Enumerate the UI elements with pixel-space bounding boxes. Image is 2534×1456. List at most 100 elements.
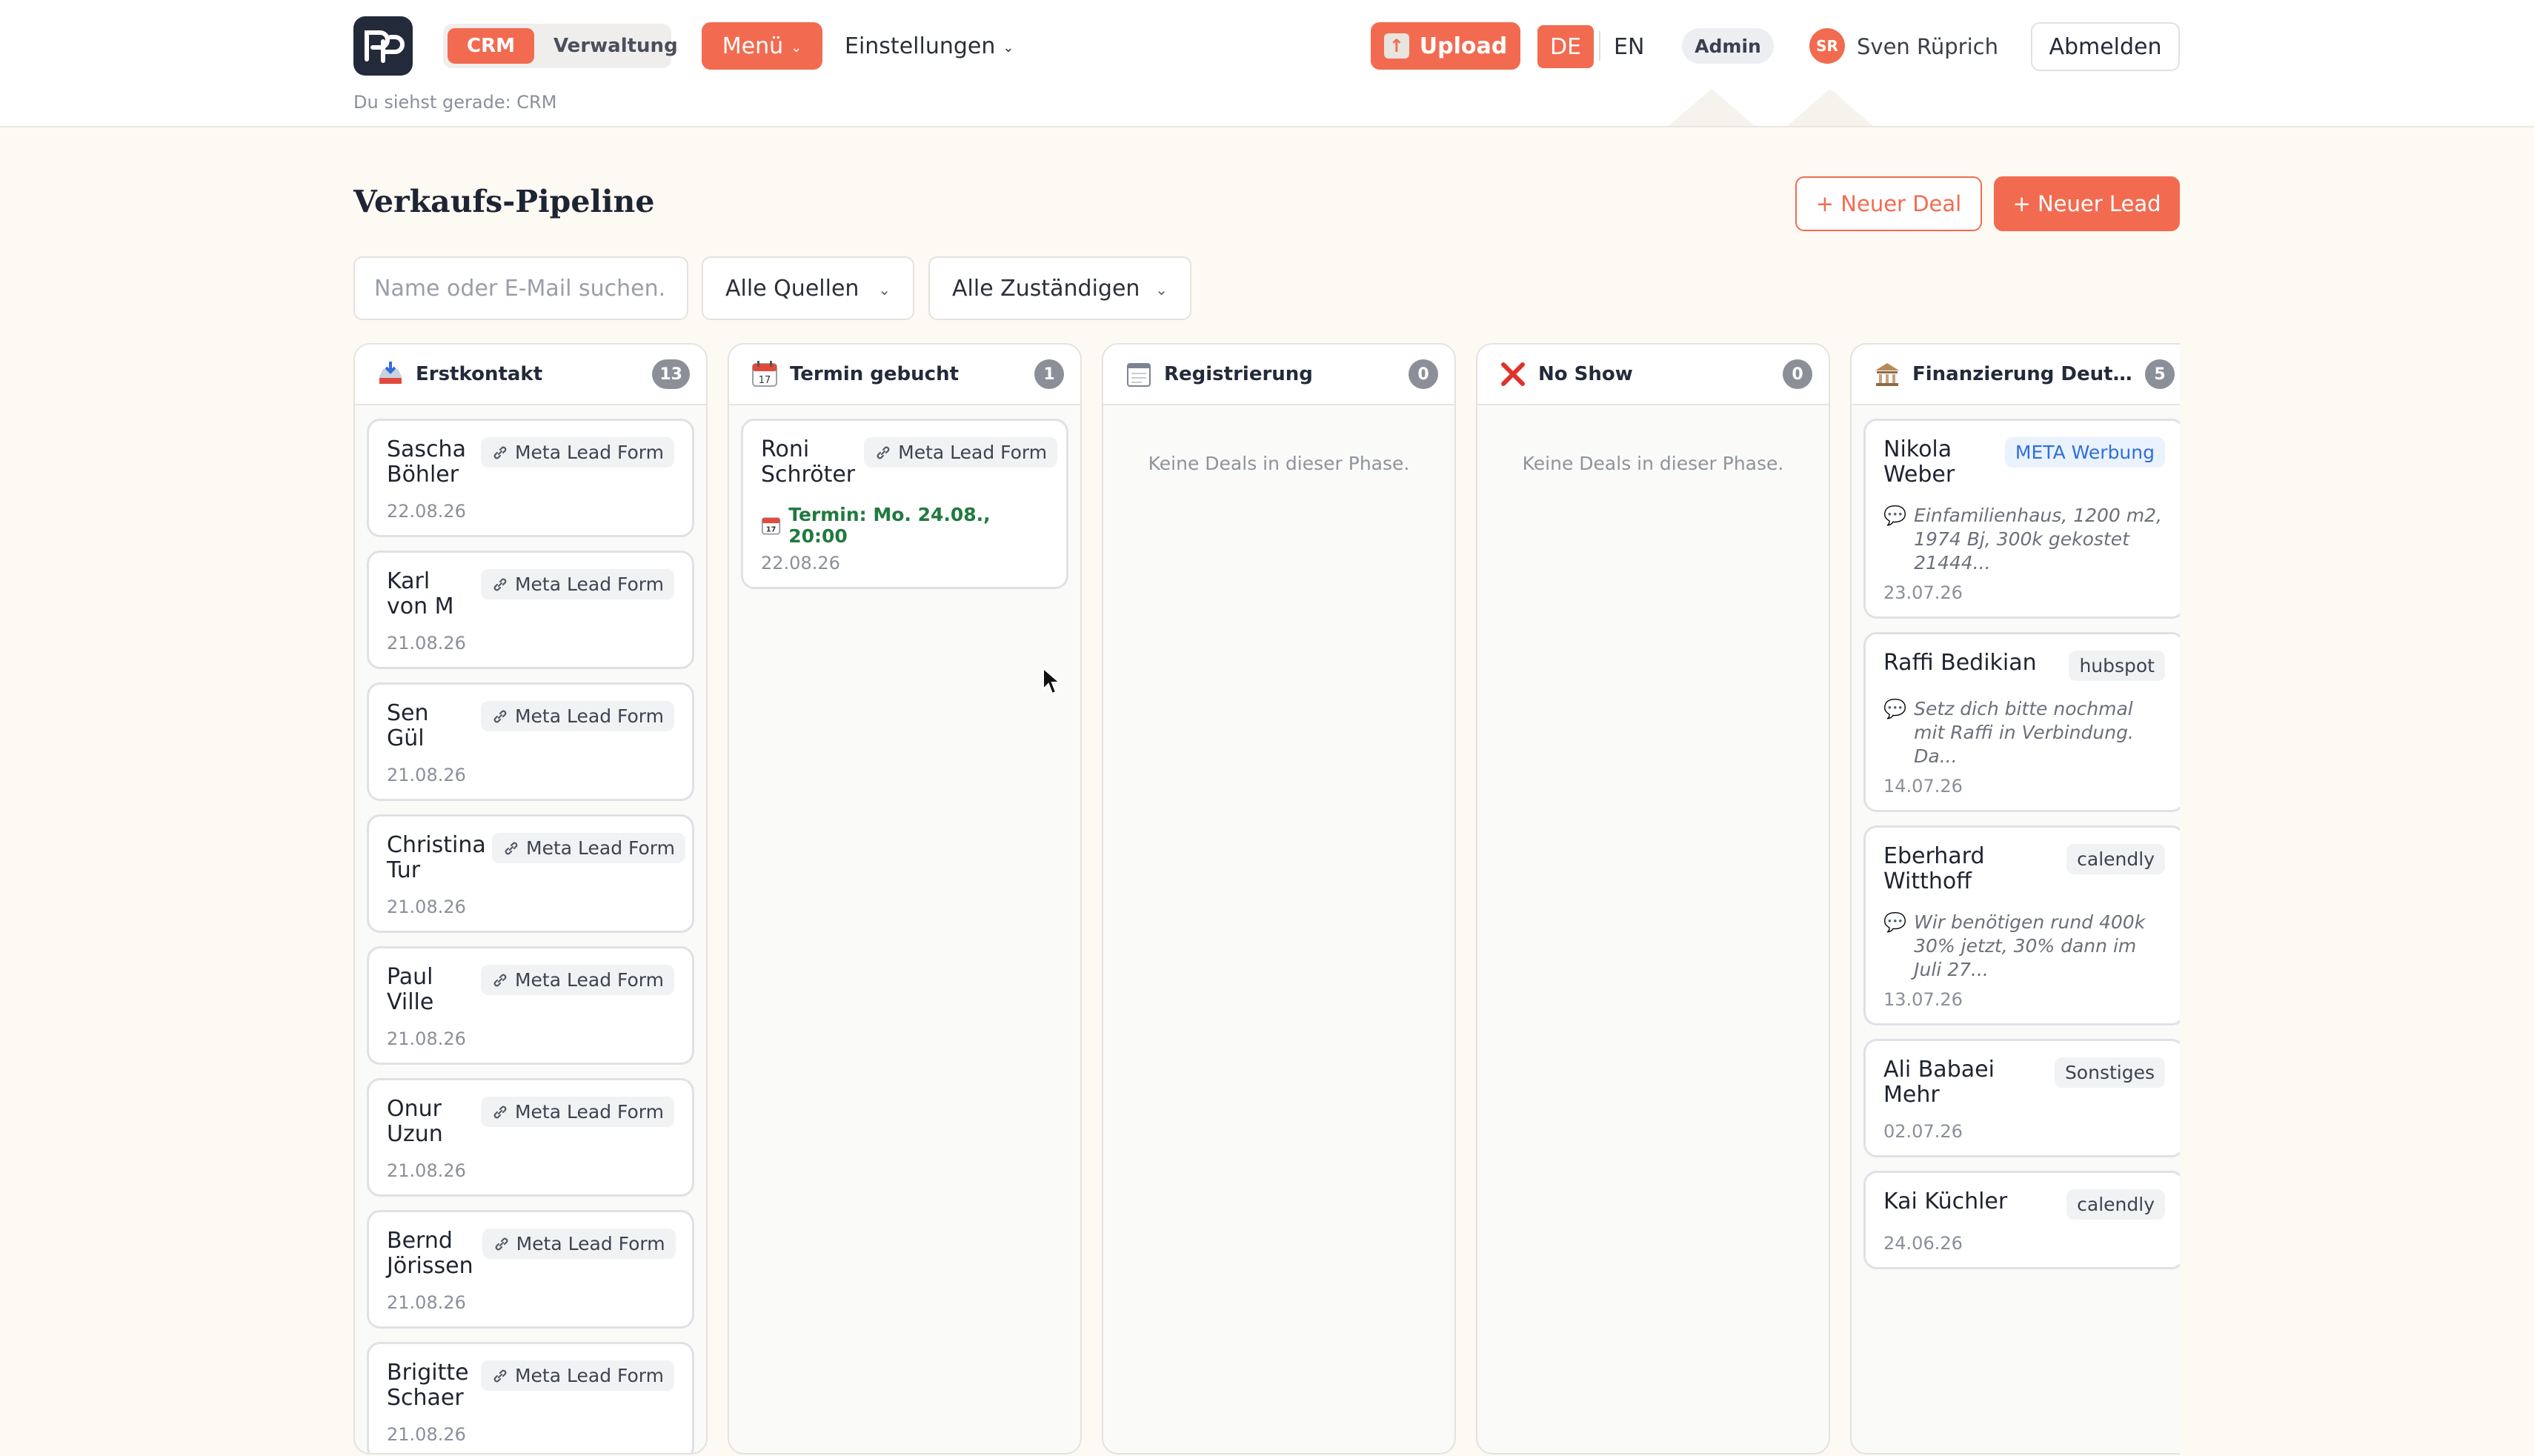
- language-divider: [1599, 31, 1600, 61]
- segment-verwaltung[interactable]: Verwaltung: [534, 28, 697, 64]
- role-badge: Admin: [1682, 28, 1774, 64]
- column-title: Erstkontakt: [416, 363, 543, 385]
- source-tag-label: Meta Lead Form: [526, 837, 676, 859]
- deal-date: 21.08.26: [387, 765, 466, 785]
- source-tag: Meta Lead Form: [480, 965, 674, 995]
- link-icon: [493, 974, 507, 986]
- link-icon: [493, 578, 507, 591]
- deal-card[interactable]: Brigitte Schaer Meta Lead Form 21.08.26: [367, 1342, 694, 1453]
- source-tag: META Werbung: [2004, 437, 2165, 468]
- column-no-show: No Show 0 Keine Deals in dieser Phase.: [1476, 343, 1830, 1455]
- column-title: Registrierung: [1164, 363, 1313, 385]
- source-tag: Meta Lead Form: [482, 1229, 676, 1259]
- deal-name: Ali Babaei Mehr: [1883, 1057, 1995, 1108]
- top-bar: CRM Verwaltung Menü ⌄ Einstellungen ⌄ ↑ …: [0, 0, 2534, 127]
- deal-date: 13.07.26: [1883, 989, 1963, 1010]
- deal-note: 💬 Setz dich bitte nochmal mit Raffi in V…: [1883, 697, 2165, 768]
- column-termin-gebucht: 17 Termin gebucht 1 Roni Schröter Meta L…: [728, 343, 1082, 1455]
- deal-name: Sen Gül: [387, 700, 429, 751]
- language-de-button[interactable]: DE: [1537, 25, 1594, 68]
- source-tag-label: Meta Lead Form: [898, 442, 1048, 463]
- deal-date: 21.08.26: [387, 897, 466, 917]
- upload-button[interactable]: ↑ Upload: [1371, 22, 1520, 70]
- column-title: Termin gebucht: [790, 363, 960, 385]
- deal-date: 21.08.26: [387, 1028, 466, 1049]
- link-icon: [505, 842, 518, 854]
- empty-state-text: Keine Deals in dieser Phase.: [1522, 453, 1784, 474]
- deal-name: Onur Uzun: [387, 1096, 443, 1147]
- deal-note-text: Einfamilienhaus, 1200 m2, 1974 Bj, 300k …: [1914, 505, 2162, 574]
- deal-date: 21.08.26: [387, 1292, 466, 1313]
- column-erstkontakt: Erstkontakt 13 Sascha Böhler Meta Lead F…: [353, 343, 708, 1455]
- new-lead-button[interactable]: + Neuer Lead: [1994, 176, 2180, 231]
- source-filter-select[interactable]: Alle Quellen ⌄: [702, 256, 914, 320]
- deal-card[interactable]: Roni Schröter Meta Lead Form 17 Termin: …: [741, 419, 1068, 589]
- appointment-text: Termin: Mo. 24.08., 20:00: [788, 504, 991, 547]
- decor-shape: [1778, 89, 1882, 126]
- owner-filter-label: Alle Zuständigen: [952, 275, 1140, 302]
- link-icon: [493, 710, 507, 722]
- column-count-badge: 5: [2145, 359, 2175, 389]
- owner-filter-select[interactable]: Alle Zuständigen ⌄: [928, 256, 1191, 320]
- deal-name: Roni Schröter: [761, 436, 856, 488]
- column-title: Finanzierung Deutschland: [1912, 363, 2135, 385]
- notepad-icon: [1124, 359, 1154, 389]
- search-input[interactable]: [353, 256, 688, 320]
- column-body: Keine Deals in dieser Phase.: [1477, 405, 1829, 488]
- logout-button[interactable]: Abmelden: [2031, 22, 2180, 71]
- source-tag-label: Meta Lead Form: [514, 969, 664, 991]
- deal-card[interactable]: Nikola Weber META Werbung 💬 Einfamilienh…: [1863, 419, 2180, 619]
- new-deal-button[interactable]: + Neuer Deal: [1795, 176, 1982, 231]
- deal-date: 23.07.26: [1883, 582, 1963, 603]
- deal-card[interactable]: Christina Tur Meta Lead Form 21.08.26: [367, 814, 694, 933]
- chevron-down-icon: ⌄: [1002, 39, 1014, 56]
- source-tag-label: Meta Lead Form: [514, 1365, 664, 1386]
- column-finanzierung-deutschland: Finanzierung Deutschland 5 Nikola Weber …: [1850, 343, 2180, 1455]
- red-x-icon: [1498, 359, 1528, 389]
- current-view-hint: Du siehst gerade: CRM: [353, 92, 557, 113]
- deal-name: Brigitte Schaer: [387, 1360, 469, 1411]
- deal-card[interactable]: Onur Uzun Meta Lead Form 21.08.26: [367, 1078, 694, 1197]
- source-tag: Sonstiges: [2054, 1057, 2165, 1088]
- deal-card[interactable]: Bernd Jörissen Meta Lead Form 21.08.26: [367, 1210, 694, 1329]
- link-icon: [877, 446, 890, 459]
- deal-card[interactable]: Raffi Bedikian hubspot 💬 Setz dich bitte…: [1863, 632, 2180, 812]
- source-tag: Meta Lead Form: [492, 833, 686, 863]
- deal-date: 22.08.26: [761, 553, 840, 574]
- pipeline-board: Erstkontakt 13 Sascha Böhler Meta Lead F…: [353, 343, 2180, 1456]
- link-icon: [493, 1106, 507, 1118]
- segment-crm[interactable]: CRM: [448, 28, 534, 64]
- source-filter-label: Alle Quellen: [725, 275, 859, 302]
- column-count-badge: 13: [652, 359, 690, 389]
- speech-bubble-icon: 💬: [1883, 911, 1907, 933]
- deal-card[interactable]: Eberhard Witthoff calendly 💬 Wir benötig…: [1863, 825, 2180, 1025]
- empty-state-text: Keine Deals in dieser Phase.: [1148, 453, 1410, 474]
- source-tag: Meta Lead Form: [480, 701, 674, 731]
- deal-card[interactable]: Sascha Böhler Meta Lead Form 22.08.26: [367, 419, 694, 537]
- inbox-tray-icon: [376, 359, 405, 389]
- deal-name: Eberhard Witthoff: [1883, 843, 1985, 894]
- source-tag: Meta Lead Form: [480, 569, 674, 599]
- avatar[interactable]: SR: [1809, 28, 1845, 64]
- deal-card[interactable]: Kai Küchler calendly 24.06.26: [1863, 1171, 2180, 1269]
- user-name: Sven Rüprich: [1857, 34, 1998, 59]
- settings-label: Einstellungen: [845, 33, 996, 59]
- source-tag-label: Meta Lead Form: [514, 1101, 664, 1123]
- app-logo[interactable]: [353, 16, 413, 76]
- link-icon: [493, 446, 507, 459]
- column-body: Nikola Weber META Werbung 💬 Einfamilienh…: [1852, 405, 2180, 1296]
- mouse-cursor-icon: [1042, 667, 1061, 695]
- chevron-down-icon: ⌄: [1155, 281, 1168, 299]
- menu-button[interactable]: Menü ⌄: [702, 22, 822, 70]
- column-body: Sascha Böhler Meta Lead Form 22.08.26 Ka…: [355, 405, 706, 1453]
- language-en-button[interactable]: EN: [1614, 25, 1644, 68]
- column-header: Finanzierung Deutschland 5: [1852, 345, 2180, 405]
- deal-card[interactable]: Sen Gül Meta Lead Form 21.08.26: [367, 682, 694, 801]
- deal-card[interactable]: Paul Ville Meta Lead Form 21.08.26: [367, 946, 694, 1065]
- deal-card[interactable]: Ali Babaei Mehr Sonstiges 02.07.26: [1863, 1039, 2180, 1157]
- settings-dropdown[interactable]: Einstellungen ⌄: [845, 22, 1014, 70]
- deal-card[interactable]: Karl von M Meta Lead Form 21.08.26: [367, 551, 694, 669]
- deal-note-text: Wir benötigen rund 400k 30% jetzt, 30% d…: [1914, 911, 2146, 980]
- column-header: Erstkontakt 13: [355, 345, 706, 405]
- svg-text:17: 17: [766, 526, 777, 534]
